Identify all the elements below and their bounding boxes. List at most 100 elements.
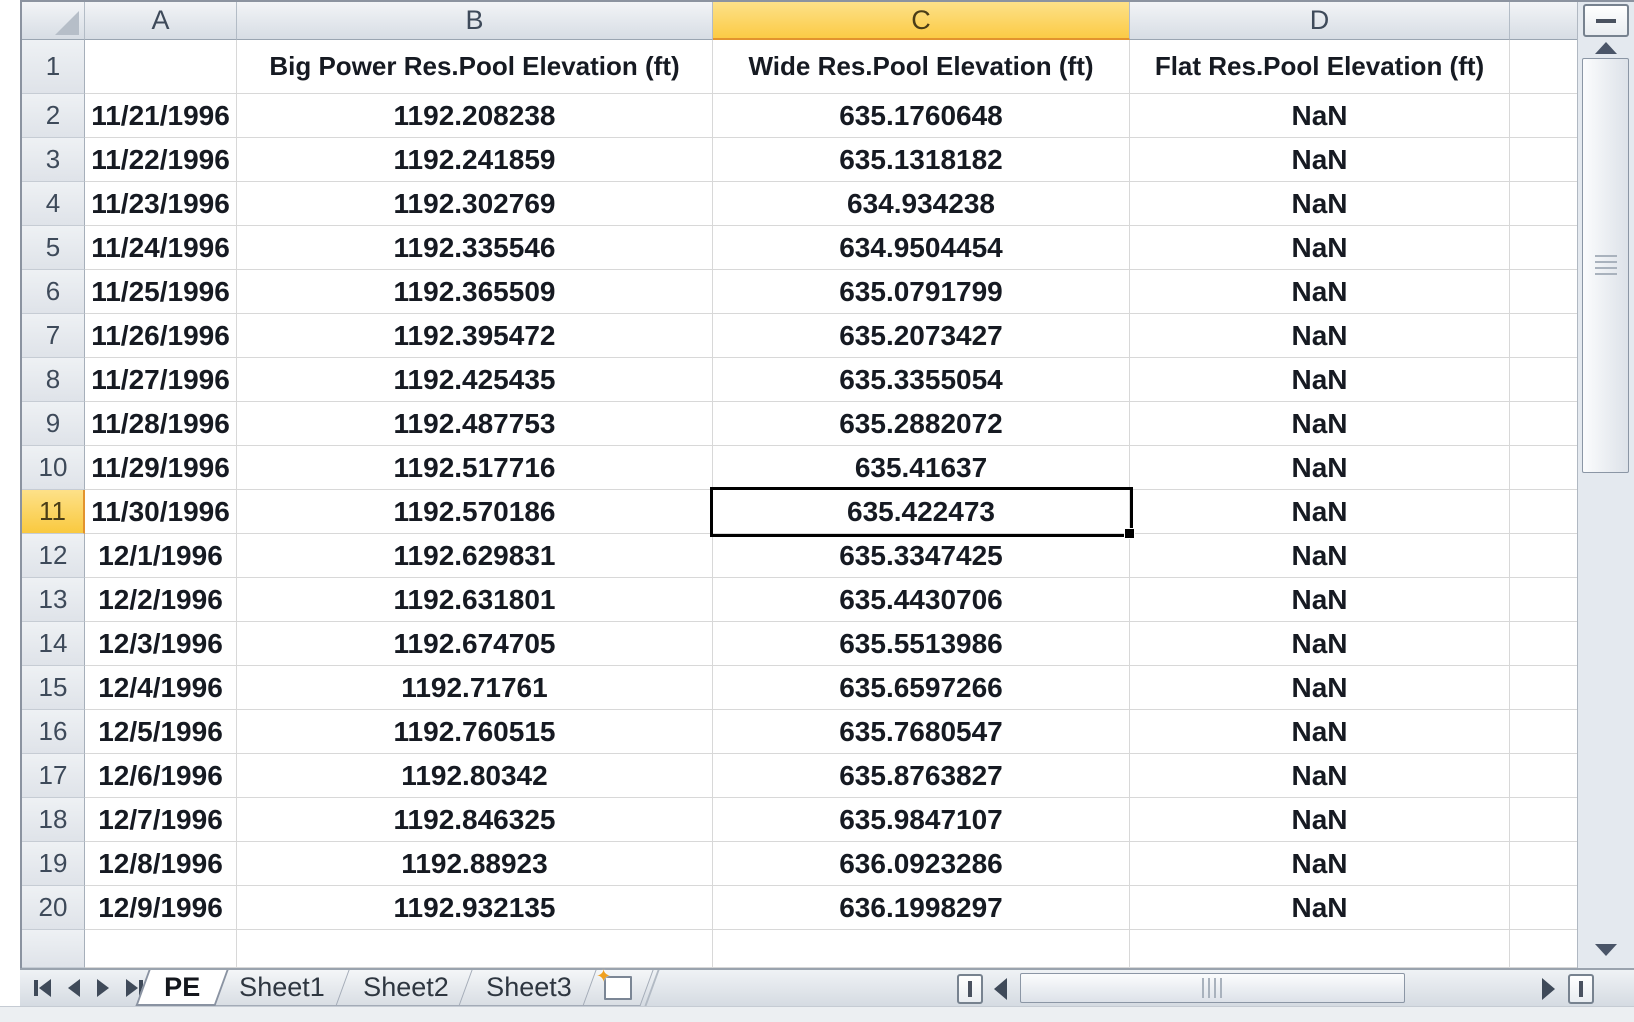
column-header-c-selected[interactable]: C [713,2,1130,40]
row-header[interactable]: 12 [22,534,85,578]
cell-date[interactable]: 12/9/1996 [85,886,237,930]
cell-big-power[interactable]: 1192.71761 [237,666,713,710]
row-header[interactable]: 3 [22,138,85,182]
row-header[interactable]: 17 [22,754,85,798]
cell-empty[interactable] [1510,754,1577,798]
cell-flat[interactable]: NaN [1130,534,1510,578]
cell-empty[interactable] [1510,842,1577,886]
cell-date[interactable]: 11/27/1996 [85,358,237,402]
cell-big-power[interactable]: 1192.570186 [237,490,713,534]
cell[interactable] [1510,930,1577,968]
cell-wide[interactable]: 635.7680547 [713,710,1130,754]
cell-e1[interactable] [1510,40,1577,94]
cell-flat[interactable]: NaN [1130,798,1510,842]
cell-date[interactable]: 12/4/1996 [85,666,237,710]
cell-big-power[interactable]: 1192.425435 [237,358,713,402]
cell-wide[interactable]: 634.934238 [713,182,1130,226]
row-header[interactable]: 15 [22,666,85,710]
cell-big-power[interactable]: 1192.631801 [237,578,713,622]
scroll-down-arrow-icon[interactable] [1595,944,1617,956]
cell-flat[interactable]: NaN [1130,578,1510,622]
cell-wide[interactable]: 635.9847107 [713,798,1130,842]
cell-empty[interactable] [1510,358,1577,402]
cell-wide[interactable]: 635.0791799 [713,270,1130,314]
cell-wide[interactable]: 635.1760648 [713,94,1130,138]
cell-wide[interactable]: 636.1998297 [713,886,1130,930]
row-header[interactable]: 4 [22,182,85,226]
row-header[interactable]: 5 [22,226,85,270]
vertical-scroll-thumb[interactable] [1582,58,1629,473]
row-header[interactable]: 7 [22,314,85,358]
cell-empty[interactable] [1510,446,1577,490]
row-header[interactable]: 1 [22,40,85,94]
cell[interactable] [237,930,713,968]
cell-wide[interactable]: 636.0923286 [713,842,1130,886]
cell-empty[interactable] [1510,710,1577,754]
cell-big-power[interactable]: 1192.80342 [237,754,713,798]
cell-wide[interactable]: 635.4430706 [713,578,1130,622]
cell-empty[interactable] [1510,578,1577,622]
cell-wide[interactable]: 635.422473 [713,490,1130,534]
cell-big-power[interactable]: 1192.674705 [237,622,713,666]
column-header-e-partial[interactable] [1510,2,1577,40]
cell-big-power[interactable]: 1192.517716 [237,446,713,490]
cell-empty[interactable] [1510,402,1577,446]
cell-wide[interactable]: 635.2073427 [713,314,1130,358]
cell-big-power[interactable]: 1192.208238 [237,94,713,138]
cell-wide[interactable]: 635.41637 [713,446,1130,490]
cell-date[interactable]: 11/25/1996 [85,270,237,314]
cell-flat[interactable]: NaN [1130,226,1510,270]
vertical-scrollbar[interactable] [1577,2,1634,968]
insert-worksheet-button[interactable]: ✦ [582,970,653,1006]
cell-flat[interactable]: NaN [1130,886,1510,930]
cell-date[interactable]: 12/8/1996 [85,842,237,886]
cell-flat[interactable]: NaN [1130,666,1510,710]
cell[interactable] [1130,930,1510,968]
row-header[interactable]: 8 [22,358,85,402]
cell-date[interactable]: 11/23/1996 [85,182,237,226]
cell-wide[interactable]: 635.1318182 [713,138,1130,182]
scroll-right-arrow-icon[interactable] [1542,978,1555,1000]
cell-big-power[interactable]: 1192.88923 [237,842,713,886]
cell-wide[interactable]: 635.6597266 [713,666,1130,710]
cell-flat[interactable]: NaN [1130,402,1510,446]
cell-big-power[interactable]: 1192.241859 [237,138,713,182]
column-header-d[interactable]: D [1130,2,1510,40]
cell-big-power[interactable]: 1192.932135 [237,886,713,930]
cell-empty[interactable] [1510,622,1577,666]
cell-wide[interactable]: 635.8763827 [713,754,1130,798]
cell-empty[interactable] [1510,886,1577,930]
select-all-corner[interactable] [22,2,85,40]
cell-flat[interactable]: NaN [1130,710,1510,754]
cell-wide[interactable]: 634.9504454 [713,226,1130,270]
cell-flat[interactable]: NaN [1130,622,1510,666]
scroll-left-arrow-icon[interactable] [994,978,1007,1000]
cell-date[interactable]: 11/28/1996 [85,402,237,446]
cell-big-power[interactable]: 1192.365509 [237,270,713,314]
cell-big-power[interactable]: 1192.487753 [237,402,713,446]
cell-empty[interactable] [1510,138,1577,182]
sheet-tab-pe[interactable]: PE [135,970,228,1006]
sheet-tab-sheet3[interactable]: Sheet3 [459,970,600,1006]
cell-empty[interactable] [1510,798,1577,842]
cell-flat[interactable]: NaN [1130,446,1510,490]
cell-empty[interactable] [1510,226,1577,270]
cell-big-power[interactable]: 1192.302769 [237,182,713,226]
cell-empty[interactable] [1510,270,1577,314]
cell-date[interactable]: 12/5/1996 [85,710,237,754]
cell-empty[interactable] [1510,314,1577,358]
cell-date[interactable]: 11/29/1996 [85,446,237,490]
cell-flat[interactable]: NaN [1130,358,1510,402]
cell-wide[interactable]: 635.3347425 [713,534,1130,578]
cell-big-power[interactable]: 1192.846325 [237,798,713,842]
cell-empty[interactable] [1510,666,1577,710]
row-header[interactable]: 10 [22,446,85,490]
cell-wide[interactable]: 635.2882072 [713,402,1130,446]
cell-flat[interactable]: NaN [1130,490,1510,534]
cell-d1[interactable]: Flat Res.Pool Elevation (ft) [1130,40,1510,94]
column-header-b[interactable]: B [237,2,713,40]
cell-big-power[interactable]: 1192.335546 [237,226,713,270]
cell-big-power[interactable]: 1192.629831 [237,534,713,578]
first-sheet-button[interactable] [32,976,53,1000]
sheet-tab-sheet1[interactable]: Sheet1 [211,970,352,1006]
